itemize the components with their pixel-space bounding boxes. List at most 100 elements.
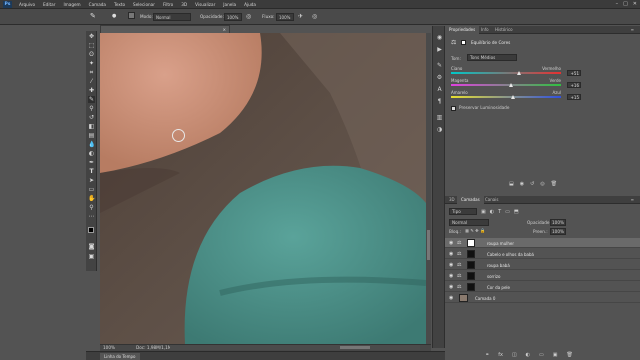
tab-layers[interactable]: Camadas bbox=[457, 196, 484, 204]
lock-icons[interactable]: ▦ ✎ ✥ 🔒 bbox=[465, 228, 485, 233]
opacity-field[interactable]: 100% bbox=[224, 13, 242, 21]
layer-name[interactable]: roupa babá bbox=[487, 263, 510, 268]
screen-mode-icon[interactable]: ▣ bbox=[88, 253, 95, 260]
delete-adjustment-icon[interactable]: 🗑 bbox=[551, 181, 557, 187]
visibility-icon[interactable]: ◎ bbox=[540, 181, 544, 187]
gradient-tool-icon[interactable]: ▤ bbox=[88, 132, 95, 139]
menu-janela[interactable]: Janela bbox=[219, 2, 240, 7]
history-brush-tool-icon[interactable]: ↺ bbox=[88, 114, 95, 121]
blur-tool-icon[interactable]: 💧 bbox=[88, 141, 95, 148]
clone-stamp-tool-icon[interactable]: ⚲ bbox=[88, 105, 95, 112]
brush-tool-icon[interactable]: ✎ bbox=[88, 96, 95, 103]
layer-opacity-field[interactable]: 100% bbox=[550, 219, 566, 226]
path-selection-tool-icon[interactable]: ➤ bbox=[88, 177, 95, 184]
visibility-eye-icon[interactable]: ◉ bbox=[449, 295, 455, 301]
brush-panel-toggle-icon[interactable] bbox=[128, 12, 135, 19]
type-tool-icon[interactable]: T bbox=[88, 168, 95, 175]
close-button[interactable]: ✕ bbox=[633, 1, 637, 7]
mode-dropdown[interactable]: Normal bbox=[153, 13, 191, 21]
vertical-scroll-thumb[interactable] bbox=[427, 230, 430, 260]
new-group-icon[interactable]: ▭ bbox=[539, 352, 544, 358]
mask-thumb-icon[interactable] bbox=[461, 40, 466, 45]
new-adjustment-icon[interactable]: ◐ bbox=[526, 352, 530, 358]
layer-kind-filter[interactable]: Tipo bbox=[449, 208, 477, 215]
character-panel-icon[interactable]: A bbox=[436, 86, 443, 93]
menu-imagem[interactable]: Imagem bbox=[59, 2, 84, 7]
tab-properties[interactable]: Propriedades bbox=[445, 26, 480, 34]
layer-name[interactable]: roupa mulher bbox=[487, 241, 514, 246]
layer-row[interactable]: ◉ ⚖ roupa mulher bbox=[445, 238, 640, 248]
menu-filtro[interactable]: Filtro bbox=[159, 2, 177, 7]
visibility-eye-icon[interactable]: ◉ bbox=[449, 284, 455, 290]
airbrush-icon[interactable]: ✈ bbox=[298, 13, 303, 20]
move-tool-icon[interactable]: ✥ bbox=[88, 33, 95, 40]
eyedropper-tool-icon[interactable]: ⁄ bbox=[88, 78, 95, 85]
flow-field[interactable]: 100% bbox=[276, 13, 294, 21]
layer-row[interactable]: ◉ ⚖ Cor da pele bbox=[445, 282, 640, 292]
menu-editar[interactable]: Editar bbox=[39, 2, 59, 7]
layer-style-icon[interactable]: fx bbox=[498, 352, 503, 358]
slider-value[interactable]: +51 bbox=[567, 70, 581, 76]
dodge-tool-icon[interactable]: ◐ bbox=[88, 150, 95, 157]
visibility-eye-icon[interactable]: ◉ bbox=[449, 262, 455, 268]
pen-tool-icon[interactable]: ✒ bbox=[88, 159, 95, 166]
horizontal-scroll-thumb[interactable] bbox=[340, 346, 370, 349]
adjustments-panel-icon[interactable]: ◑ bbox=[436, 126, 443, 133]
pressure-opacity-icon[interactable]: ◎ bbox=[246, 13, 251, 20]
tone-dropdown[interactable]: Tons Médios bbox=[467, 54, 517, 61]
menu-arquivo[interactable]: Arquivo bbox=[15, 2, 39, 7]
add-mask-icon[interactable]: ◫ bbox=[512, 352, 517, 358]
document-info[interactable]: Doc: 1,98M/1,1M bbox=[136, 345, 171, 350]
quick-selection-tool-icon[interactable]: ✦ bbox=[88, 60, 95, 67]
slider-track[interactable] bbox=[451, 96, 561, 98]
layer-row[interactable]: ◉ ⚖ sorrizo bbox=[445, 271, 640, 281]
paragraph-panel-icon[interactable]: ¶ bbox=[436, 98, 443, 105]
fill-field[interactable]: 100% bbox=[550, 228, 566, 235]
close-document-icon[interactable]: × bbox=[220, 26, 226, 33]
menu-texto[interactable]: Texto bbox=[110, 2, 129, 7]
view-previous-icon[interactable]: ◉ bbox=[520, 181, 524, 187]
visibility-eye-icon[interactable]: ◉ bbox=[449, 251, 455, 257]
blend-mode-dropdown[interactable]: Normal bbox=[449, 219, 489, 226]
preserve-luminosity-checkbox[interactable] bbox=[451, 106, 456, 111]
actions-panel-icon[interactable]: ▶ bbox=[436, 46, 443, 53]
history-panel-icon[interactable]: ◉ bbox=[436, 34, 443, 41]
layer-row[interactable]: ◉ Camada 0 bbox=[445, 293, 640, 303]
pressure-size-icon[interactable]: ◎ bbox=[312, 13, 317, 20]
brush-tool-icon[interactable]: ✎ bbox=[90, 12, 96, 20]
document-canvas[interactable] bbox=[100, 33, 426, 344]
clone-source-panel-icon[interactable]: ⚙ bbox=[436, 74, 443, 81]
foreground-color-swatch[interactable] bbox=[88, 227, 94, 233]
slider-track[interactable] bbox=[451, 84, 561, 86]
visibility-eye-icon[interactable]: ◉ bbox=[449, 240, 455, 246]
crop-tool-icon[interactable]: ⌗ bbox=[88, 69, 95, 76]
filter-shape-icon[interactable]: ▭ bbox=[505, 209, 510, 215]
marquee-tool-icon[interactable]: ⬚ bbox=[88, 42, 95, 49]
layer-name[interactable]: Cor da pele bbox=[487, 285, 510, 290]
timeline-tab[interactable]: Linha do Tempo bbox=[100, 353, 140, 360]
brush-size-icon[interactable]: ● bbox=[112, 13, 116, 19]
panel-menu-icon[interactable]: ≡ bbox=[627, 26, 638, 34]
slider-thumb[interactable] bbox=[509, 83, 513, 87]
filter-adjustment-icon[interactable]: ◐ bbox=[490, 209, 494, 215]
slider-thumb[interactable] bbox=[517, 71, 521, 75]
layers-menu-icon[interactable]: ≡ bbox=[627, 196, 638, 204]
delete-layer-icon[interactable]: 🗑 bbox=[567, 352, 573, 358]
slider-value[interactable]: +16 bbox=[567, 82, 581, 88]
tab-channels[interactable]: Canais bbox=[481, 196, 502, 204]
filter-type-icon[interactable]: T bbox=[498, 209, 501, 215]
eraser-tool-icon[interactable]: ◧ bbox=[88, 123, 95, 130]
filter-pixel-icon[interactable]: ▣ bbox=[481, 209, 486, 215]
menu-selecionar[interactable]: Selecionar bbox=[129, 2, 159, 7]
brush-panel-icon[interactable]: ✎ bbox=[436, 62, 443, 69]
more-tools-icon[interactable]: ⋯ bbox=[88, 213, 95, 220]
new-layer-icon[interactable]: ▣ bbox=[553, 352, 558, 358]
zoom-tool-icon[interactable]: ⚲ bbox=[88, 204, 95, 211]
layer-name[interactable]: Cabelo e olhos da babá bbox=[487, 252, 534, 257]
healing-brush-tool-icon[interactable]: ✚ bbox=[88, 87, 95, 94]
maximize-button[interactable]: □ bbox=[623, 1, 628, 7]
minimize-button[interactable]: – bbox=[616, 1, 619, 7]
layer-row[interactable]: ◉ ⚖ Cabelo e olhos da babá bbox=[445, 249, 640, 259]
quick-mask-icon[interactable]: ◙ bbox=[88, 243, 95, 250]
filter-smart-icon[interactable]: ⬒ bbox=[514, 209, 519, 215]
